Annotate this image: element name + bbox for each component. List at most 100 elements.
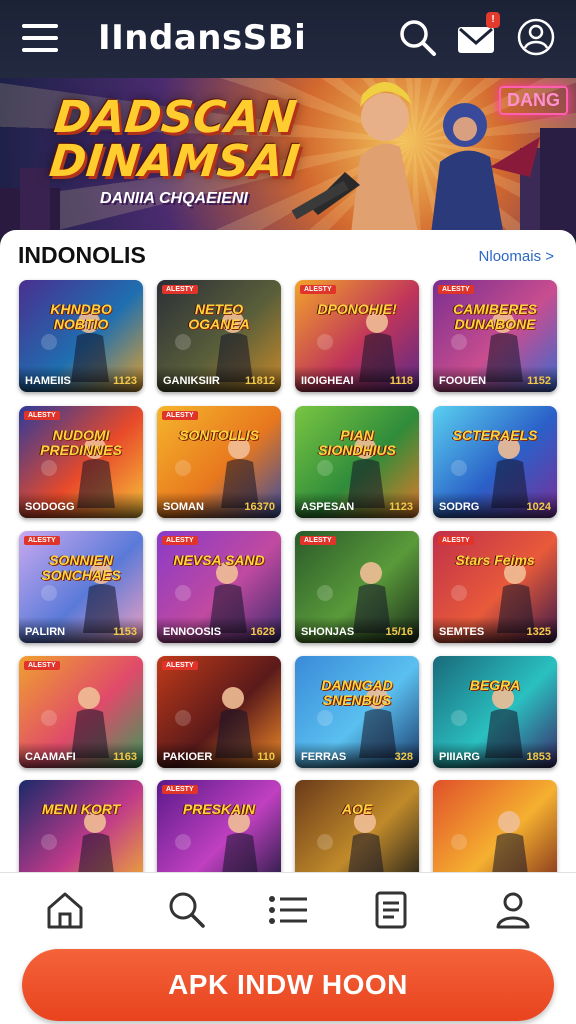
game-number: 1153 [113, 626, 137, 638]
game-art-title: NETEO OGANEA [188, 301, 250, 332]
game-art-title: DPONOHIE! [317, 301, 397, 317]
game-number: 1123 [389, 501, 413, 513]
game-card[interactable]: ALESTY NUDOMI PREDINNES SODOGG [19, 406, 143, 518]
game-tag-badge: ALESTY [162, 661, 198, 670]
game-card[interactable]: SCTERAELS SODRG 1024 [433, 406, 557, 518]
game-number: 1024 [526, 501, 551, 513]
game-art-title: BEGRA [469, 677, 521, 693]
game-art-title: SCTERAELS [452, 427, 538, 443]
game-character-art [451, 811, 529, 880]
game-art-title: Stars Feims [455, 552, 535, 568]
bottom-navigation [0, 872, 576, 946]
game-card[interactable]: ALESTY NEVSA SAND ENNOOSIS 1628 [157, 531, 281, 643]
section-title: INDONOLIS [18, 242, 146, 268]
game-tag-badge: ALESTY [162, 411, 198, 420]
profile-icon[interactable] [490, 887, 536, 933]
game-name: FERRAS [301, 751, 347, 763]
game-card[interactable]: DANNGAD SNENBUS FERRAS 328 [295, 656, 419, 768]
game-name: SODRG [439, 501, 480, 513]
game-card[interactable]: ALESTY CAAMAFI 1163 [19, 656, 143, 768]
game-name: ASPESAN [301, 501, 355, 513]
account-icon[interactable] [515, 16, 559, 60]
download-apk-button[interactable]: APK INDW HOON [22, 949, 554, 1021]
game-number: 15/16 [385, 626, 413, 638]
game-card[interactable]: ALESTY SONNIEN SONCHAES PALIRN 1153 [19, 531, 143, 643]
game-number: 1118 [389, 375, 413, 387]
banner-neon-sign: DANG [499, 86, 568, 115]
game-art-title: PIAN SIONDHIUS [318, 427, 396, 458]
game-name: PAKIOER [163, 751, 213, 763]
game-card[interactable]: ALESTY DPONOHIE! IIOIGHEAI 1118 [295, 280, 419, 392]
game-number: 1325 [526, 626, 551, 638]
list-icon[interactable] [265, 887, 311, 933]
game-tag-badge: ALESTY [300, 536, 336, 545]
game-name: PIIIARG [439, 751, 480, 763]
game-tag-badge: ALESTY [438, 285, 474, 294]
game-card[interactable]: ALESTY PRESKAIN [157, 780, 281, 880]
search-icon[interactable] [164, 887, 210, 933]
game-number: 11812 [245, 375, 275, 387]
game-card[interactable]: ALESTY Stars Feims SEMTES 1325 [433, 531, 557, 643]
menu-icon[interactable] [22, 24, 58, 54]
document-icon[interactable] [368, 887, 414, 933]
game-name: GANIKSIIR [163, 375, 220, 387]
game-art-title: NUDOMI PREDINNES [40, 427, 122, 458]
search-icon[interactable] [396, 16, 440, 60]
game-card[interactable]: ALESTY SONTOLLIS SOMAN 16370 [157, 406, 281, 518]
game-name: IIOIGHEAI [301, 375, 354, 387]
game-tag-badge: ALESTY [162, 536, 198, 545]
banner-subtitle: DANIIA CHQAEIENI [100, 190, 248, 207]
game-number: 110 [257, 751, 275, 763]
game-tag-badge: ALESTY [438, 536, 474, 545]
games-section: INDONOLIS Nloomais > KHNDBO NOBTIO HAMEII… [0, 230, 576, 880]
game-name: FOOUEN [439, 375, 487, 387]
game-card[interactable]: ALESTY NETEO OGANEA GANIKSIIR 11812 [157, 280, 281, 392]
game-art-title: PRESKAIN [182, 801, 256, 817]
game-tag-badge: ALESTY [24, 536, 60, 545]
mail-icon[interactable]: ! [456, 12, 500, 60]
game-number: 1853 [526, 751, 551, 763]
see-more-link[interactable]: Nloomais > [479, 248, 554, 265]
game-tag-badge: ALESTY [24, 411, 60, 420]
game-art-title: DANNGAD SNENBUS [321, 677, 393, 708]
game-card[interactable]: ALESTY SHONJAS 15/16 [295, 531, 419, 643]
game-art-title: SONTOLLIS [179, 427, 259, 443]
game-name: SODOGG [25, 501, 75, 513]
game-art-title: AOE [341, 801, 373, 817]
game-art-title: NEVSA SAND [173, 552, 265, 568]
game-number: 1163 [113, 751, 137, 763]
top-app-bar: IIndansSBi ! [0, 0, 576, 78]
game-name: SOMAN [163, 501, 204, 513]
home-icon[interactable] [42, 887, 88, 933]
game-art-title: SONNIEN SONCHAES [41, 552, 121, 583]
game-card[interactable]: AOE [295, 780, 419, 880]
game-card[interactable]: ALESTY CAMIBERES DUNABONE FOOUEN 1152 [433, 280, 557, 392]
game-name: PALIRN [25, 626, 66, 638]
game-name: SHONJAS [301, 626, 355, 638]
game-number: 1123 [113, 375, 137, 387]
notification-badge: ! [486, 12, 500, 28]
game-tag-badge: ALESTY [162, 785, 198, 794]
game-number: 328 [394, 751, 413, 763]
app-title: IIndansSBi [98, 18, 307, 58]
game-number: 16370 [244, 501, 275, 513]
game-name: CAAMAFI [25, 751, 76, 763]
game-card[interactable]: MENI KORT [19, 780, 143, 880]
game-tag-badge: ALESTY [162, 285, 198, 294]
game-card[interactable] [433, 780, 557, 880]
game-art-title: CAMIBERES DUNABONE [452, 301, 537, 332]
banner-title: DADSCAN DINAMSAI [47, 92, 303, 187]
game-card[interactable]: BEGRA PIIIARG 1853 [433, 656, 557, 768]
game-number: 1152 [527, 375, 551, 387]
game-art-title: KHNDBO NOBTIO [50, 301, 112, 332]
game-name: SEMTES [439, 626, 485, 638]
game-name: HAMEIIS [25, 375, 71, 387]
game-card[interactable]: ALESTY PAKIOER 110 [157, 656, 281, 768]
game-number: 1628 [250, 626, 275, 638]
game-card[interactable]: PIAN SIONDHIUS ASPESAN 1123 [295, 406, 419, 518]
hero-banner[interactable]: DANG DADSCAN DINAMSAI DANIIA CHQAEIENI [0, 78, 576, 236]
game-tag-badge: ALESTY [300, 285, 336, 294]
game-art-title: MENI KORT [41, 801, 121, 817]
game-card[interactable]: KHNDBO NOBTIO HAMEIIS 1123 [19, 280, 143, 392]
game-tag-badge: ALESTY [24, 661, 60, 670]
